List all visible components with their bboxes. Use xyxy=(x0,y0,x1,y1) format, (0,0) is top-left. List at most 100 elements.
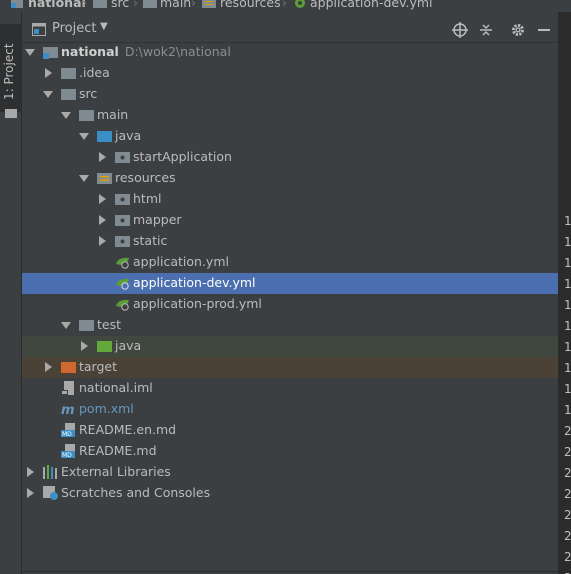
chevron-down-icon[interactable] xyxy=(79,133,89,140)
maven-icon: m xyxy=(61,402,77,418)
tree-node-test-java[interactable]: java xyxy=(22,336,558,357)
tree-node-src[interactable]: src xyxy=(22,84,558,105)
tree-node-main[interactable]: main xyxy=(22,105,558,126)
tree-node-target[interactable]: target xyxy=(22,357,558,378)
breadcrumb-item-file[interactable]: application-dev.yml xyxy=(310,0,433,10)
folder-icon xyxy=(61,87,77,101)
minimize-icon[interactable] xyxy=(536,22,552,38)
breadcrumb: national › src › main › resources › appl… xyxy=(0,0,571,12)
project-tool-tab[interactable]: 1: Project xyxy=(0,24,21,118)
tree-node-application-yml[interactable]: application.yml xyxy=(22,252,558,273)
tree-node-label: national xyxy=(61,44,119,59)
panel-bottom-divider xyxy=(22,571,558,572)
tree-node-label: national.iml xyxy=(79,380,153,395)
line-number: 1 xyxy=(564,319,571,333)
chevron-right-icon[interactable] xyxy=(81,341,88,351)
line-number: 1 xyxy=(564,256,571,270)
panel-header: Project ▼ xyxy=(22,18,558,42)
tree-node-application-prod-yml[interactable]: application-prod.yml xyxy=(22,294,558,315)
collapse-icon[interactable] xyxy=(478,22,494,38)
line-number: 2 xyxy=(564,550,571,564)
tree-node-readme-en-md[interactable]: MD README.en.md xyxy=(22,420,558,441)
tree-node-pom-xml[interactable]: m pom.xml xyxy=(22,399,558,420)
tree-node-external-libraries[interactable]: External Libraries xyxy=(22,462,558,483)
gear-icon[interactable] xyxy=(510,22,526,38)
tree-node-national[interactable]: national D:\wok2\national xyxy=(22,42,558,63)
yaml-file-icon xyxy=(115,255,131,269)
chevron-down-icon[interactable] xyxy=(61,112,71,119)
folder-icon xyxy=(61,66,77,80)
tree-node-national-iml[interactable]: national.iml xyxy=(22,378,558,399)
line-number: 1 xyxy=(564,403,571,417)
tree-node-label: application.yml xyxy=(133,254,229,269)
tree-node-test[interactable]: test xyxy=(22,315,558,336)
tree-node-application-dev-yml[interactable]: application-dev.yml xyxy=(22,273,558,294)
panel-title[interactable]: Project xyxy=(52,21,96,36)
chevron-down-icon[interactable] xyxy=(25,49,35,56)
chevron-down-icon[interactable]: ▼ xyxy=(100,21,108,32)
markdown-file-icon: MD xyxy=(61,444,77,459)
tree-node-html[interactable]: html xyxy=(22,189,558,210)
tree-node-label: static xyxy=(133,233,168,248)
crosshair-icon[interactable] xyxy=(452,22,468,38)
breadcrumb-item-main[interactable]: main xyxy=(160,0,191,10)
tree-node-label: application-dev.yml xyxy=(133,275,256,290)
line-number: 1 xyxy=(564,235,571,249)
chevron-right-icon[interactable] xyxy=(99,236,106,246)
folder-icon xyxy=(79,318,95,332)
yaml-file-icon xyxy=(115,276,131,290)
folder-icon xyxy=(93,0,107,12)
folder-icon xyxy=(143,0,157,12)
tree-node-resources[interactable]: resources xyxy=(22,168,558,189)
breadcrumb-item-src[interactable]: src xyxy=(111,0,129,10)
resources-folder-icon xyxy=(97,171,113,185)
tree-node-label: application-prod.yml xyxy=(133,296,262,311)
line-number: 1 xyxy=(564,340,571,354)
markdown-file-icon: MD xyxy=(61,423,77,438)
tree-node-idea[interactable]: .idea xyxy=(22,63,558,84)
chevron-right-icon[interactable] xyxy=(45,362,52,372)
svg-text:m: m xyxy=(61,403,75,416)
folder-icon xyxy=(79,108,95,122)
breadcrumb-item-resources[interactable]: resources xyxy=(220,0,281,10)
breadcrumb-item-national[interactable]: national xyxy=(28,0,86,10)
chevron-down-icon[interactable] xyxy=(61,322,71,329)
chevron-right-icon[interactable] xyxy=(99,152,106,162)
tree-node-static[interactable]: static xyxy=(22,231,558,252)
yaml-file-icon xyxy=(115,297,131,311)
chevron-right-icon[interactable] xyxy=(99,215,106,225)
package-icon xyxy=(115,213,131,227)
module-folder-icon xyxy=(43,45,59,59)
chevron-down-icon[interactable] xyxy=(79,175,89,182)
tool-window-strip: 1: Project xyxy=(0,12,22,574)
tree-node-label: External Libraries xyxy=(61,464,171,479)
line-number: 2 xyxy=(564,466,571,480)
chevron-right-icon[interactable] xyxy=(99,194,106,204)
tree-node-label: README.md xyxy=(79,443,157,458)
source-folder-icon xyxy=(97,129,113,143)
editor-gutter: 1 1 1 1 1 1 1 1 1 1 2 2 2 2 2 2 2 2 xyxy=(558,12,571,574)
tree-node-label: main xyxy=(97,107,129,122)
tree-node-label: html xyxy=(133,191,162,206)
chevron-right-icon[interactable] xyxy=(27,467,34,477)
line-number: 2 xyxy=(564,445,571,459)
tree-node-startapplication[interactable]: startApplication xyxy=(22,147,558,168)
module-icon xyxy=(10,0,24,12)
svg-text:MD: MD xyxy=(62,431,72,437)
libraries-icon xyxy=(43,465,59,479)
chevron-right-icon[interactable] xyxy=(45,68,52,78)
yaml-file-icon xyxy=(292,0,306,12)
chevron-down-icon[interactable] xyxy=(43,91,53,98)
chevron-right-icon[interactable] xyxy=(27,488,34,498)
tree-node-readme-md[interactable]: MD README.md xyxy=(22,441,558,462)
tree-node-scratches[interactable]: Scratches and Consoles xyxy=(22,483,558,504)
project-icon xyxy=(32,23,46,39)
test-folder-icon xyxy=(97,339,113,353)
project-tool-tab-label: 1: Project xyxy=(2,43,16,100)
folder-icon xyxy=(5,106,17,121)
excluded-folder-icon xyxy=(61,360,77,374)
tree-node-mapper[interactable]: mapper xyxy=(22,210,558,231)
line-number: 2 xyxy=(564,529,571,543)
tree-node-java[interactable]: java xyxy=(22,126,558,147)
scratches-icon xyxy=(43,486,59,500)
